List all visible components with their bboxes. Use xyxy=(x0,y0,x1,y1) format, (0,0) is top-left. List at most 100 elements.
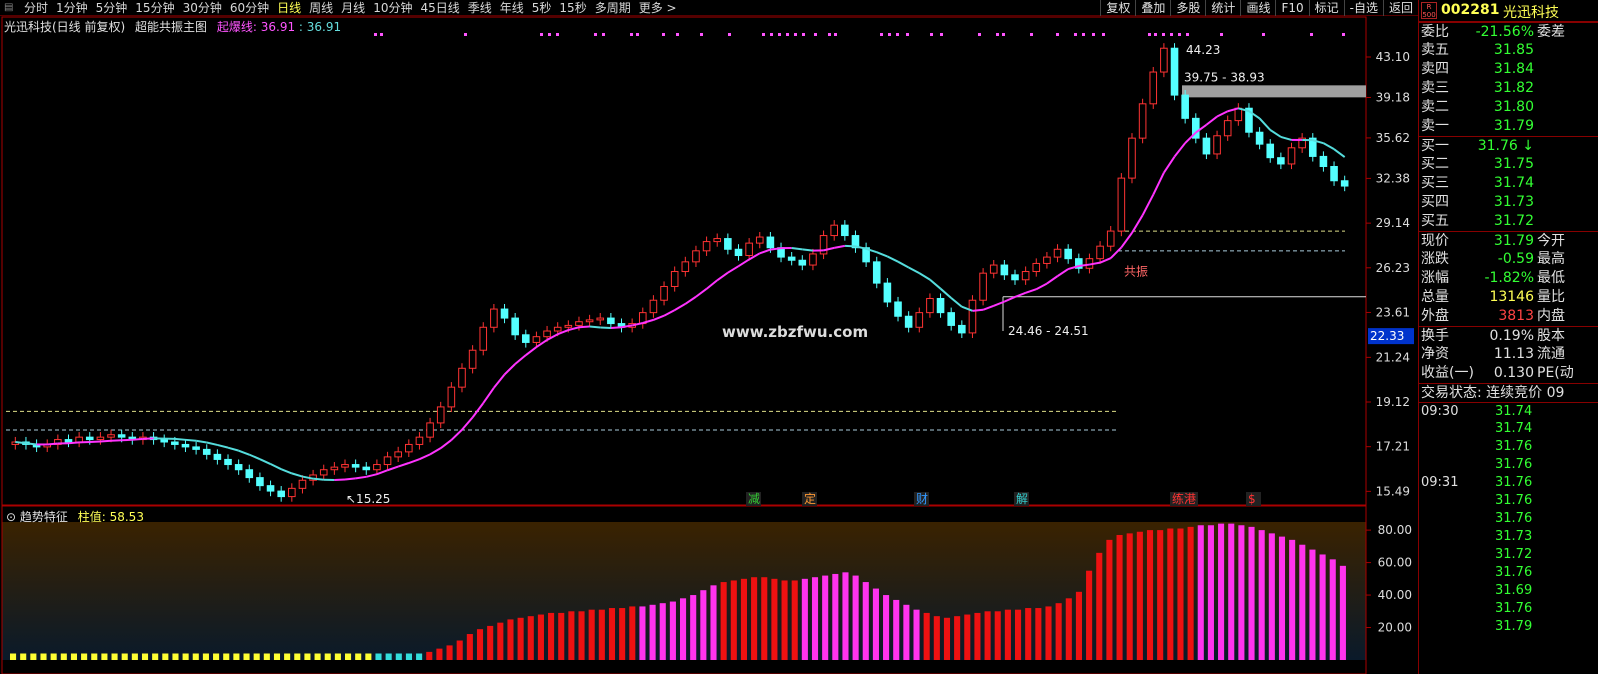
sub-indicator-name[interactable]: ⊙ 趋势特征 xyxy=(6,510,68,524)
trend-line-segment xyxy=(1141,194,1155,216)
candle-body xyxy=(405,443,413,453)
trend-bar xyxy=(537,614,544,660)
candle-body xyxy=(1277,157,1285,165)
trend-bar xyxy=(405,653,412,660)
tick-price: 31.73 xyxy=(1495,529,1533,544)
signal-dot xyxy=(594,33,597,36)
line-value-2: : 36.91 xyxy=(298,20,342,34)
trend-bar xyxy=(1268,533,1275,660)
candle-body xyxy=(564,324,573,328)
signal-dot xyxy=(630,33,633,36)
candle-body xyxy=(766,236,775,249)
tick-price: 31.76 xyxy=(1495,565,1533,580)
indicator-name[interactable]: 超能共振主图 xyxy=(135,20,207,34)
quote-value: 31.72 xyxy=(1493,213,1534,229)
candle-body xyxy=(883,282,892,303)
stock-name: 光迅科技 xyxy=(1503,5,1559,21)
candle-body xyxy=(936,297,945,314)
tick-price: 31.79 xyxy=(1495,619,1533,634)
trend-line-segment xyxy=(174,437,186,441)
trend-line-segment xyxy=(727,265,740,274)
signal-dot xyxy=(636,33,639,36)
trend-bar xyxy=(659,603,666,660)
trend-line-segment xyxy=(908,266,920,275)
trend-bar xyxy=(365,653,372,660)
sub-axis-label: 60.00 xyxy=(1378,556,1412,570)
trend-line-segment xyxy=(1025,288,1037,294)
trend-bar xyxy=(1197,525,1204,660)
quote-row: 现价 31.79 今开 xyxy=(1419,231,1598,250)
candle-body xyxy=(692,250,700,263)
trend-bar xyxy=(1258,530,1265,660)
candle-body xyxy=(841,224,849,237)
quote-row: 委比 -21.56% 委差 xyxy=(1419,22,1598,41)
price-axis-label: 15.49 xyxy=(1376,484,1410,498)
kline-chart[interactable]: 43.10 39.18 35.62 32.38 29.14 26.23 23.61 21.24… xyxy=(0,0,1418,674)
candle-body xyxy=(968,299,977,334)
trend-bar xyxy=(20,653,27,660)
trend-bar xyxy=(81,653,88,660)
trend-bar xyxy=(1055,603,1062,660)
candle-body xyxy=(1234,107,1243,122)
trend-bar xyxy=(629,606,636,660)
trend-line-segment xyxy=(525,346,538,356)
signal-dot xyxy=(1154,33,1157,36)
trend-bar xyxy=(740,578,747,660)
signal-dot xyxy=(880,33,883,36)
candle-body xyxy=(341,464,349,468)
trend-line-segment xyxy=(886,255,899,263)
quote-panel: R 500 002281 光迅科技 委比 -21.56% 委差 卖五 31.85 卖四 31.… xyxy=(1418,0,1598,674)
candle-body xyxy=(436,406,445,424)
candle-body xyxy=(958,324,966,334)
signal-dot xyxy=(728,33,731,36)
trend-bar xyxy=(1309,549,1316,660)
trend-bar xyxy=(984,611,991,660)
candle-body xyxy=(1255,131,1264,145)
quote-label: 外盘 xyxy=(1421,308,1449,324)
sub-panel-header: ⊙ 趋势特征 柱值: 58.53 xyxy=(6,508,144,525)
quote-label: 卖一 xyxy=(1421,118,1449,134)
candle-body xyxy=(171,441,179,445)
candle-body xyxy=(649,299,658,314)
candle-body xyxy=(192,446,200,450)
price-axis-label: 29.14 xyxy=(1376,216,1410,230)
trend-bar xyxy=(923,612,930,660)
quote-extra-label: 内盘 xyxy=(1537,308,1565,324)
trend-line-segment xyxy=(674,303,686,311)
trend-bar xyxy=(883,595,890,660)
tick-row: 31.79 xyxy=(1419,618,1598,636)
candle-body xyxy=(160,439,169,443)
candle-body xyxy=(1266,143,1275,159)
trend-bar xyxy=(527,616,534,660)
trend-line-segment xyxy=(1322,142,1335,151)
candle-body xyxy=(1287,147,1296,165)
trend-bar xyxy=(1339,565,1346,660)
candle-body xyxy=(298,479,307,489)
candle-body xyxy=(256,477,264,487)
trend-line-segment xyxy=(1131,214,1144,234)
trend-line-segment xyxy=(270,463,282,471)
candle-body xyxy=(490,308,498,328)
signal-dot xyxy=(814,33,817,36)
trend-bar xyxy=(872,588,879,660)
sub-axis-label: 80.00 xyxy=(1378,523,1412,537)
trend-bar xyxy=(375,653,382,660)
quote-row: 换手 0.19% 股本 xyxy=(1419,326,1598,345)
trend-bar xyxy=(791,580,798,660)
candle-body xyxy=(1138,103,1147,139)
candle-body xyxy=(1223,120,1232,137)
price-box-zone xyxy=(1182,85,1366,98)
trend-bar xyxy=(152,653,159,660)
candle-body xyxy=(798,259,807,266)
trend-line-segment xyxy=(89,440,101,444)
quote-label: 买五 xyxy=(1421,213,1449,229)
candle-body xyxy=(362,466,371,471)
trend-bar xyxy=(487,625,494,660)
signal-dot xyxy=(1220,33,1223,36)
candle-body xyxy=(1021,271,1030,281)
trend-line-segment xyxy=(1056,268,1069,277)
candle-body xyxy=(1340,180,1349,187)
trend-line-segment xyxy=(705,279,718,290)
trend-line-segment xyxy=(366,473,378,478)
candle-body xyxy=(1106,230,1115,247)
